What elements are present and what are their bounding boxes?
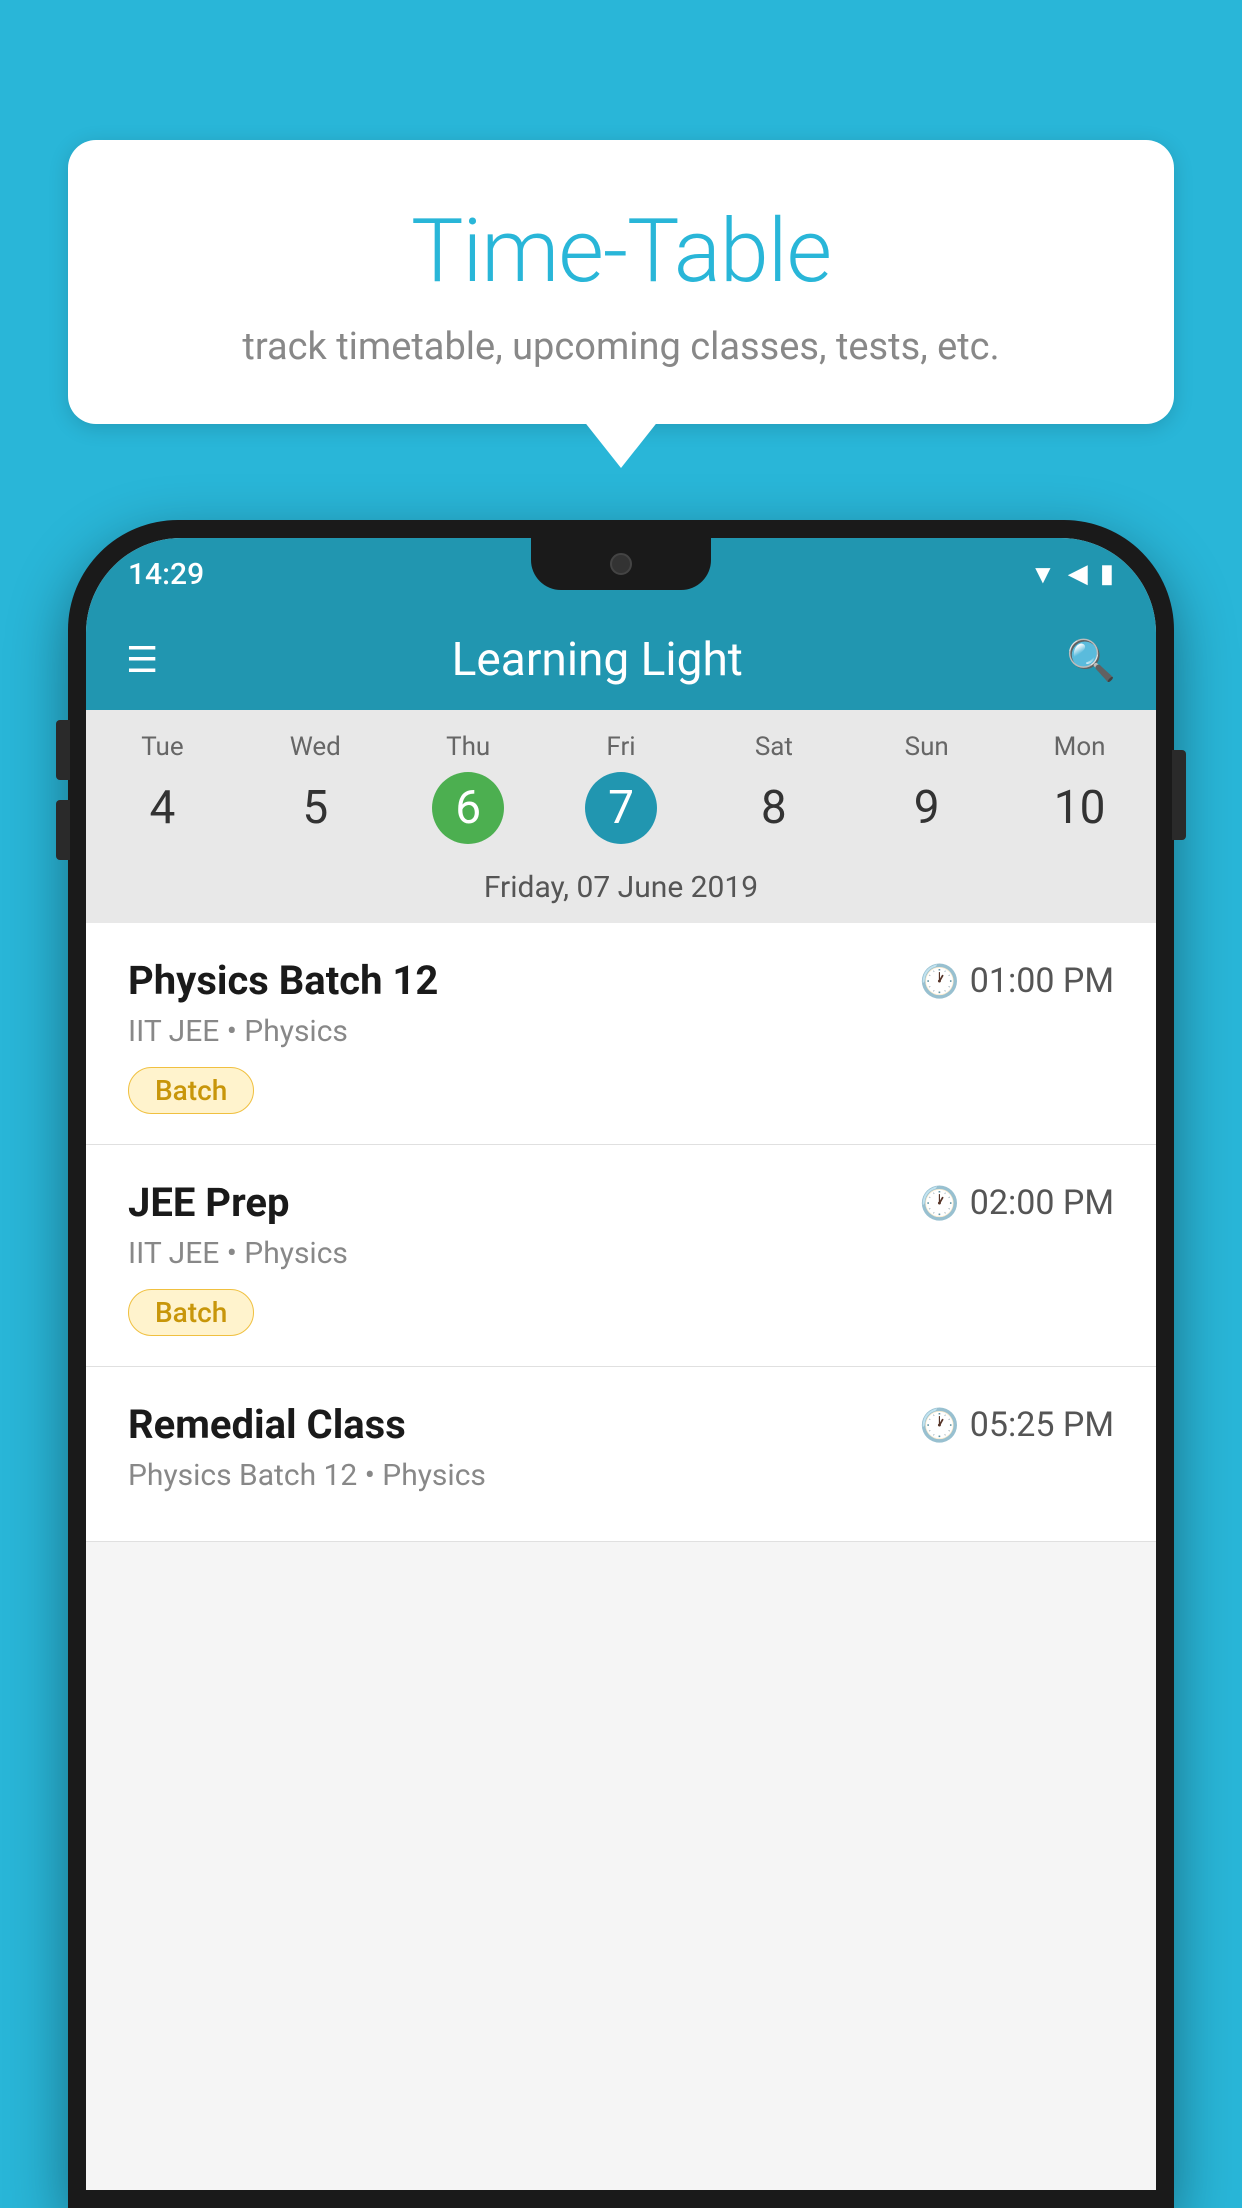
status-time: 14:29 (128, 557, 204, 592)
calendar-date-label: Friday, 07 June 2019 (86, 858, 1156, 923)
class-name: Physics Batch 12 (128, 957, 438, 1004)
class-time-text: 02:00 PM (970, 1183, 1114, 1223)
day-number[interactable]: 5 (279, 772, 351, 844)
calendar-day-col[interactable]: Sun 9 (850, 732, 1003, 844)
day-name: Sat (697, 732, 850, 762)
phone-outer: 14:29 ▼ ◀ ▮ ☰ Learning Light 🔍 Tue4Wed5T… (68, 520, 1174, 2208)
day-number[interactable]: 7 (585, 772, 657, 844)
hamburger-icon[interactable]: ☰ (126, 639, 158, 681)
day-number[interactable]: 6 (432, 772, 504, 844)
calendar-day-col[interactable]: Mon 10 (1003, 732, 1156, 844)
phone-notch (531, 538, 711, 590)
tooltip-card: Time-Table track timetable, upcoming cla… (68, 140, 1174, 424)
class-list: Physics Batch 12 🕐 01:00 PM IIT JEE • Physi… (86, 923, 1156, 1542)
day-name: Sun (850, 732, 1003, 762)
tooltip-subtitle: track timetable, upcoming classes, tests… (118, 325, 1124, 369)
class-time: 🕐 01:00 PM (920, 961, 1114, 1001)
app-bar: ☰ Learning Light 🔍 (86, 610, 1156, 710)
calendar-day-col[interactable]: Sat 8 (697, 732, 850, 844)
search-icon[interactable]: 🔍 (1066, 637, 1116, 684)
class-item[interactable]: JEE Prep 🕐 02:00 PM IIT JEE • Physics Batch (86, 1145, 1156, 1367)
class-name: JEE Prep (128, 1179, 289, 1226)
calendar-day-col[interactable]: Tue 4 (86, 732, 239, 844)
class-name: Remedial Class (128, 1401, 406, 1448)
batch-badge: Batch (128, 1067, 254, 1114)
class-item[interactable]: Remedial Class 🕐 05:25 PM Physics Batch 12 … (86, 1367, 1156, 1542)
class-time: 🕐 05:25 PM (920, 1405, 1114, 1445)
calendar-day-col[interactable]: Wed 5 (239, 732, 392, 844)
front-camera (610, 553, 632, 575)
day-number[interactable]: 4 (126, 772, 198, 844)
class-time-text: 01:00 PM (970, 961, 1114, 1001)
signal-icon: ◀ (1068, 559, 1088, 589)
calendar-week-header: Tue 4 Wed 5 Thu 6 Fri 7 Sat 8 Sun 9 Mon 10 (86, 710, 1156, 858)
batch-badge: Batch (128, 1289, 254, 1336)
class-time-text: 05:25 PM (970, 1405, 1114, 1445)
wifi-icon: ▼ (1030, 559, 1056, 590)
day-name: Thu (392, 732, 545, 762)
day-name: Mon (1003, 732, 1156, 762)
phone-screen: 14:29 ▼ ◀ ▮ ☰ Learning Light 🔍 Tue4Wed5T… (86, 538, 1156, 2190)
clock-icon: 🕐 (920, 1184, 960, 1222)
day-name: Fri (545, 732, 698, 762)
status-icons: ▼ ◀ ▮ (1030, 559, 1114, 590)
day-number[interactable]: 10 (1044, 772, 1116, 844)
volume-down-button (56, 800, 70, 860)
clock-icon: 🕐 (920, 1406, 960, 1444)
app-title: Learning Light (188, 633, 1006, 687)
clock-icon: 🕐 (920, 962, 960, 1000)
tooltip-title: Time-Table (118, 200, 1124, 303)
day-name: Wed (239, 732, 392, 762)
class-item[interactable]: Physics Batch 12 🕐 01:00 PM IIT JEE • Physi… (86, 923, 1156, 1145)
class-time: 🕐 02:00 PM (920, 1183, 1114, 1223)
day-number[interactable]: 9 (891, 772, 963, 844)
power-button (1172, 750, 1186, 840)
day-number[interactable]: 8 (738, 772, 810, 844)
volume-up-button (56, 720, 70, 780)
class-subtitle: IIT JEE • Physics (128, 1014, 1114, 1049)
battery-icon: ▮ (1100, 559, 1114, 589)
calendar-day-col[interactable]: Fri 7 (545, 732, 698, 844)
class-subtitle: Physics Batch 12 • Physics (128, 1458, 1114, 1493)
class-subtitle: IIT JEE • Physics (128, 1236, 1114, 1271)
day-name: Tue (86, 732, 239, 762)
calendar-day-col[interactable]: Thu 6 (392, 732, 545, 844)
phone-wrapper: 14:29 ▼ ◀ ▮ ☰ Learning Light 🔍 Tue4Wed5T… (68, 520, 1174, 2208)
